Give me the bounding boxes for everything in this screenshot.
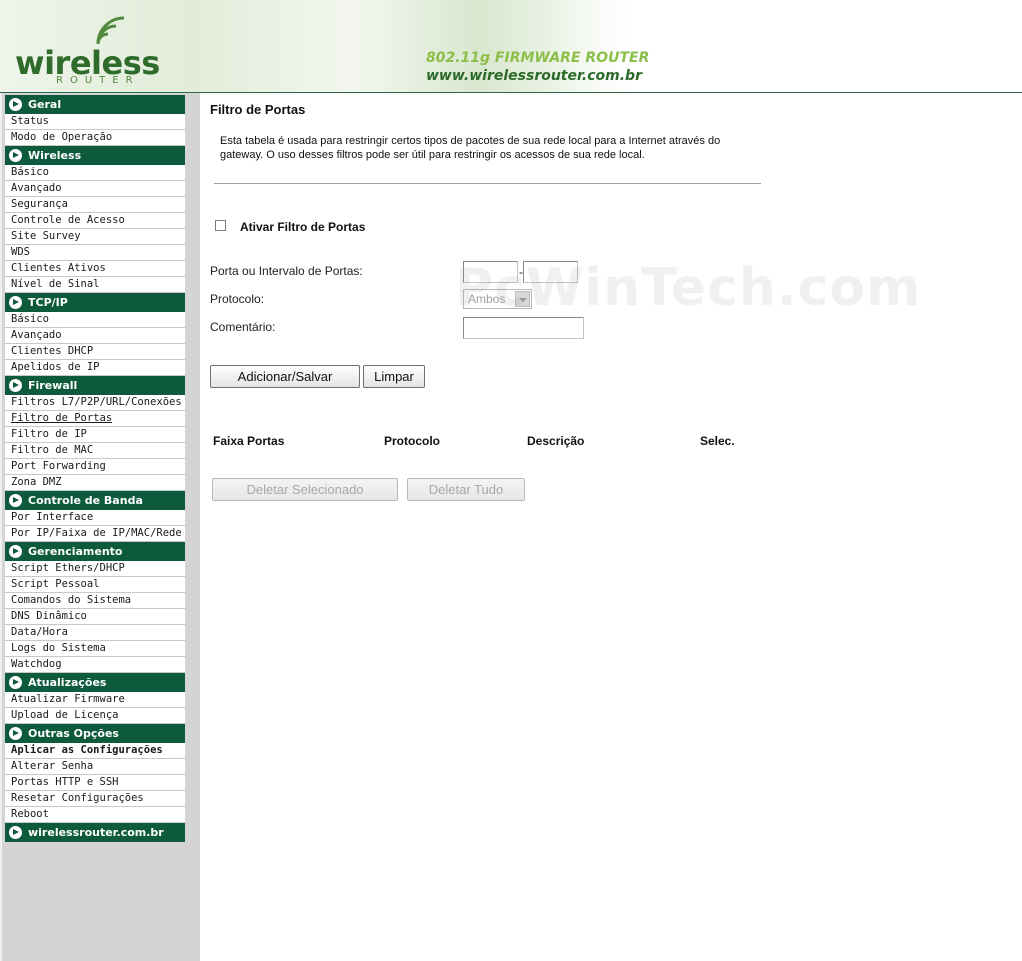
enable-filter-checkbox[interactable]	[215, 220, 226, 231]
protocol-label: Protocolo:	[210, 292, 265, 306]
sidebar-item[interactable]: Por Interface	[5, 510, 185, 526]
chevron-down-icon[interactable]	[515, 291, 530, 307]
sidebar-item[interactable]: Alterar Senha	[5, 759, 185, 775]
port-to-input[interactable]	[523, 261, 578, 283]
nav-section-title: Controle de Banda	[28, 494, 143, 507]
sidebar-item[interactable]: Logs do Sistema	[5, 641, 185, 657]
nav-section-header[interactable]: Firewall	[5, 376, 185, 395]
sidebar-item[interactable]: Portas HTTP e SSH	[5, 775, 185, 791]
protocol-selected-value: Ambos	[468, 292, 506, 306]
port-range-label: Porta ou Intervalo de Portas:	[210, 264, 363, 278]
divider	[214, 183, 761, 184]
nav-menu: Geral Status Modo de Operação Wireless Básic…	[5, 95, 185, 842]
column-header-description: Descrição	[527, 434, 585, 448]
sidebar-item[interactable]: Controle de Acesso	[5, 213, 185, 229]
sidebar-item[interactable]: Upload de Licença	[5, 708, 185, 724]
enable-filter-label: Ativar Filtro de Portas	[240, 220, 366, 234]
sidebar-item[interactable]: Atualizar Firmware	[5, 692, 185, 708]
comment-label: Comentário:	[210, 320, 276, 334]
sidebar-item[interactable]: Aplicar as Configurações	[5, 743, 185, 759]
sidebar-item[interactable]: Port Forwarding	[5, 459, 185, 475]
nav-section-header[interactable]: Gerenciamento	[5, 542, 185, 561]
sidebar-item[interactable]: Comandos do Sistema	[5, 593, 185, 609]
sidebar-item[interactable]: Filtros L7/P2P/URL/Conexões	[5, 395, 185, 411]
arrow-right-icon	[9, 494, 22, 507]
column-header-select: Selec.	[700, 434, 735, 448]
port-from-input[interactable]	[463, 261, 518, 283]
sidebar-item[interactable]: Apelidos de IP	[5, 360, 185, 376]
sidebar-item[interactable]: Script Pessoal	[5, 577, 185, 593]
arrow-right-icon	[9, 98, 22, 111]
protocol-select[interactable]: Ambos	[463, 289, 532, 309]
nav-section-header[interactable]: Wireless	[5, 146, 185, 165]
nav-section-header[interactable]: Controle de Banda	[5, 491, 185, 510]
page-description: Esta tabela é usada para restringir cert…	[220, 135, 721, 161]
sidebar-item[interactable]: WDS	[5, 245, 185, 261]
sidebar-item[interactable]: Zona DMZ	[5, 475, 185, 491]
sidebar-item[interactable]: DNS Dinâmico	[5, 609, 185, 625]
sidebar-item[interactable]: Site Survey	[5, 229, 185, 245]
sidebar-item[interactable]: Avançado	[5, 328, 185, 344]
nav-section-title: Gerenciamento	[28, 545, 123, 558]
nav-section-title: Firewall	[28, 379, 78, 392]
comment-input[interactable]	[463, 317, 584, 339]
sidebar-item[interactable]: Segurança	[5, 197, 185, 213]
sidebar-item[interactable]: Status	[5, 114, 185, 130]
arrow-right-icon	[9, 676, 22, 689]
sidebar-item[interactable]: Básico	[5, 312, 185, 328]
logo-subtitle: ROUTER	[56, 75, 140, 86]
sidebar-item[interactable]: Avançado	[5, 181, 185, 197]
nav-section-header[interactable]: Atualizações	[5, 673, 185, 692]
sidebar-item[interactable]: Filtro de IP	[5, 427, 185, 443]
sidebar-item[interactable]: Modo de Operação	[5, 130, 185, 146]
nav-section-title: Atualizações	[28, 676, 107, 689]
add-save-button[interactable]: Adicionar/Salvar	[210, 365, 360, 388]
arrow-right-icon	[9, 296, 22, 309]
sidebar-item[interactable]: Clientes Ativos	[5, 261, 185, 277]
main-content: Filtro de Portas Esta tabela é usada par…	[200, 93, 1022, 961]
sidebar-item[interactable]: Watchdog	[5, 657, 185, 673]
nav-section-header[interactable]: wirelessrouter.com.br	[5, 823, 185, 842]
arrow-right-icon	[9, 727, 22, 740]
arrow-right-icon	[9, 826, 22, 839]
sidebar-item[interactable]: Por IP/Faixa de IP/MAC/Rede	[5, 526, 185, 542]
delete-all-button[interactable]: Deletar Tudo	[407, 478, 525, 501]
header-banner: wireless ROUTER 802.11g FIRMWARE ROUTER …	[0, 0, 1022, 93]
page-title: Filtro de Portas	[210, 102, 306, 117]
arrow-right-icon	[9, 149, 22, 162]
nav-section-title: wirelessrouter.com.br	[28, 826, 164, 839]
column-header-protocol: Protocolo	[384, 434, 440, 448]
nav-section-header[interactable]: Geral	[5, 95, 185, 114]
nav-section-title: Wireless	[28, 149, 82, 162]
clear-button[interactable]: Limpar	[363, 365, 425, 388]
sidebar-item[interactable]: Filtro de Portas	[5, 411, 185, 427]
sidebar: Geral Status Modo de Operação Wireless Básic…	[0, 93, 200, 961]
sidebar-item[interactable]: Resetar Configurações	[5, 791, 185, 807]
delete-selected-button[interactable]: Deletar Selecionado	[212, 478, 398, 501]
sidebar-item[interactable]: Data/Hora	[5, 625, 185, 641]
nav-section-header[interactable]: Outras Opções	[5, 724, 185, 743]
sidebar-item[interactable]: Filtro de MAC	[5, 443, 185, 459]
sidebar-item[interactable]: Script Ethers/DHCP	[5, 561, 185, 577]
nav-section-title: TCP/IP	[28, 296, 68, 309]
nav-section-title: Outras Opções	[28, 727, 119, 740]
nav-section-header[interactable]: TCP/IP	[5, 293, 185, 312]
banner-url: www.wirelessrouter.com.br	[426, 68, 642, 84]
nav-section-title: Geral	[28, 98, 62, 111]
sidebar-item[interactable]: Básico	[5, 165, 185, 181]
arrow-right-icon	[9, 379, 22, 392]
arrow-right-icon	[9, 545, 22, 558]
sidebar-item[interactable]: Reboot	[5, 807, 185, 823]
sidebar-item[interactable]: Clientes DHCP	[5, 344, 185, 360]
banner-tagline: 802.11g FIRMWARE ROUTER	[426, 50, 650, 66]
column-header-port-range: Faixa Portas	[213, 434, 285, 448]
signal-waves-icon	[96, 16, 125, 45]
sidebar-item[interactable]: Nível de Sinal	[5, 277, 185, 293]
